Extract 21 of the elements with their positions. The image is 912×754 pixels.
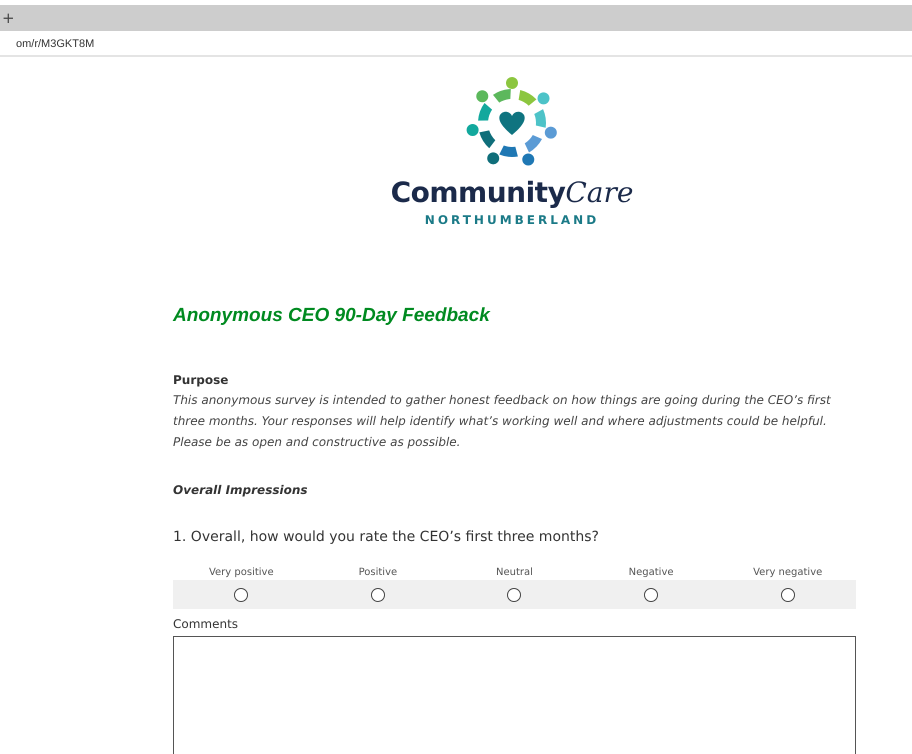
logo-wordmark: CommunityCare (390, 179, 634, 207)
radio-button[interactable] (234, 588, 248, 602)
new-tab-button[interactable]: + (2, 10, 15, 26)
section-heading: Overall Impressions (173, 483, 309, 497)
option-label: Neutral (495, 567, 534, 578)
option-label: Positive (358, 567, 398, 578)
option-label: Very positive (208, 567, 275, 578)
purpose-text: This anonymous survey is intended to gather honest feedback on how things are going during the CEO’s first three months. Your responses will help identify what’s working well and where adjustments could be helpful. Please be as open and constructive as possible. (173, 392, 832, 451)
address-bar[interactable]: om/r/M3GKT8M (0, 33, 912, 57)
comments-field[interactable] (173, 636, 856, 754)
question-text: 1. Overall, how would you rate the CEO’s first three months? (173, 529, 600, 545)
radio-button[interactable] (507, 588, 522, 602)
option-label: Negative (628, 567, 675, 578)
radio-button[interactable] (370, 588, 385, 602)
option-label: Very negative (752, 567, 824, 578)
radio-button[interactable] (780, 588, 795, 602)
radio-button[interactable] (644, 588, 658, 602)
logo-subtitle: NORTHUMBERLAND (424, 213, 600, 227)
survey-title: Anonymous CEO 90-Day Feedback (173, 305, 492, 327)
section-heading: Purpose (173, 373, 230, 387)
field-label: Comments (173, 617, 240, 631)
